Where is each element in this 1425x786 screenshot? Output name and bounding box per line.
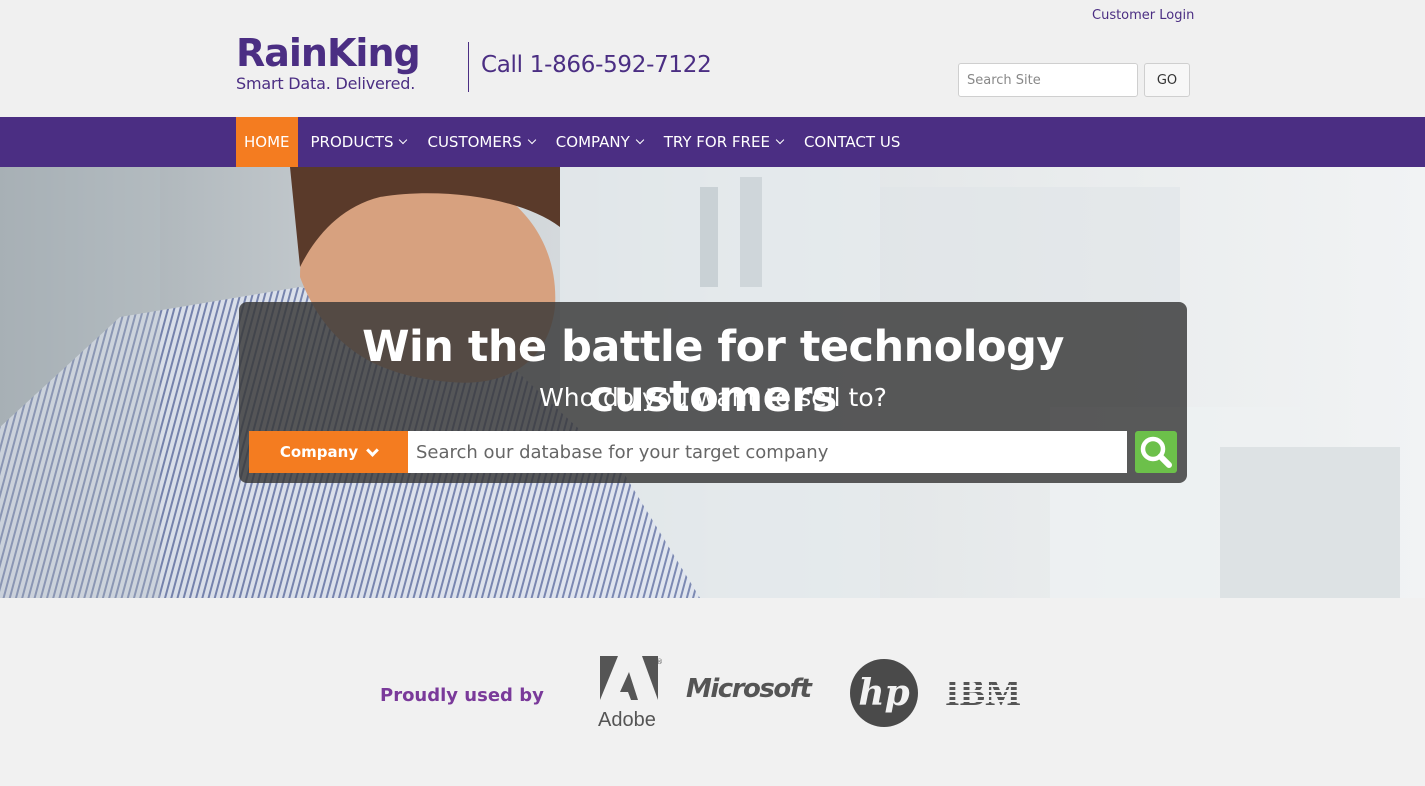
main-nav: HOME PRODUCTS CUSTOMERS COMPANY TRY FOR … [0,117,1425,167]
nav-item-home[interactable]: HOME [236,117,298,167]
nav-item-label: HOME [244,133,290,151]
nav-item-customers[interactable]: CUSTOMERS [419,117,542,167]
rainking-logo[interactable]: RainKing Smart Data. Delivered. [236,34,451,94]
hp-mark-icon: hp [850,659,918,727]
hero-subhead: Who do you want to sell to? [539,383,887,412]
chevron-down-icon [527,135,537,145]
hero-search-button[interactable] [1135,431,1177,473]
logo-tagline: Smart Data. Delivered. [236,74,416,93]
nav-item-label: CONTACT US [803,133,901,151]
header-divider [468,42,469,92]
search-icon [1140,436,1172,468]
hp-wordmark: hp [858,672,909,714]
chevron-down-icon [775,135,785,145]
customer-login-link[interactable]: Customer Login [1092,8,1194,23]
hp-logo: hp [849,658,919,728]
phone-number: Call 1-866-592-7122 [481,52,712,78]
go-button[interactable]: GO [1144,63,1190,97]
proudly-used-by-label: Proudly used by [380,685,544,706]
company-search-input[interactable] [408,431,1127,473]
nav-item-label: PRODUCTS [310,133,394,151]
chevron-down-icon [399,135,408,145]
nav-item-label: CUSTOMERS [427,133,522,151]
nav-item-label: TRY FOR FREE [663,133,770,151]
chevron-down-icon [366,443,379,457]
microsoft-logo: Microsoft [686,674,812,704]
site-search-input[interactable] [958,63,1138,97]
hero-search-panel: Win the battle for technology customers … [239,302,1187,483]
adobe-mark-icon: ® [600,656,663,700]
nav-item-try-for-free[interactable]: TRY FOR FREE [656,117,791,167]
nav-item-label: COMPANY [555,133,630,151]
ibm-logo: IBM [942,672,1024,714]
nav-item-products[interactable]: PRODUCTS [303,117,415,167]
nav-item-contact-us[interactable]: CONTACT US [796,117,908,167]
svg-text:®: ® [656,658,662,666]
search-type-dropdown[interactable]: Company [249,431,408,473]
client-logos-section: Proudly used by ® Adobe Microsoft hp IBM [0,598,1425,786]
adobe-logo: ® Adobe [598,656,663,731]
ibm-mark-icon: IBM [942,672,1024,714]
site-header: Customer Login RainKing Smart Data. Deli… [0,0,1425,117]
hero-banner: Win the battle for technology customers … [0,167,1425,598]
logo-wordmark: RainKing [236,31,421,75]
adobe-wordmark: Adobe [598,709,656,731]
nav-item-company[interactable]: COMPANY [548,117,651,167]
chevron-down-icon [635,135,644,145]
search-type-label: Company [279,443,359,461]
